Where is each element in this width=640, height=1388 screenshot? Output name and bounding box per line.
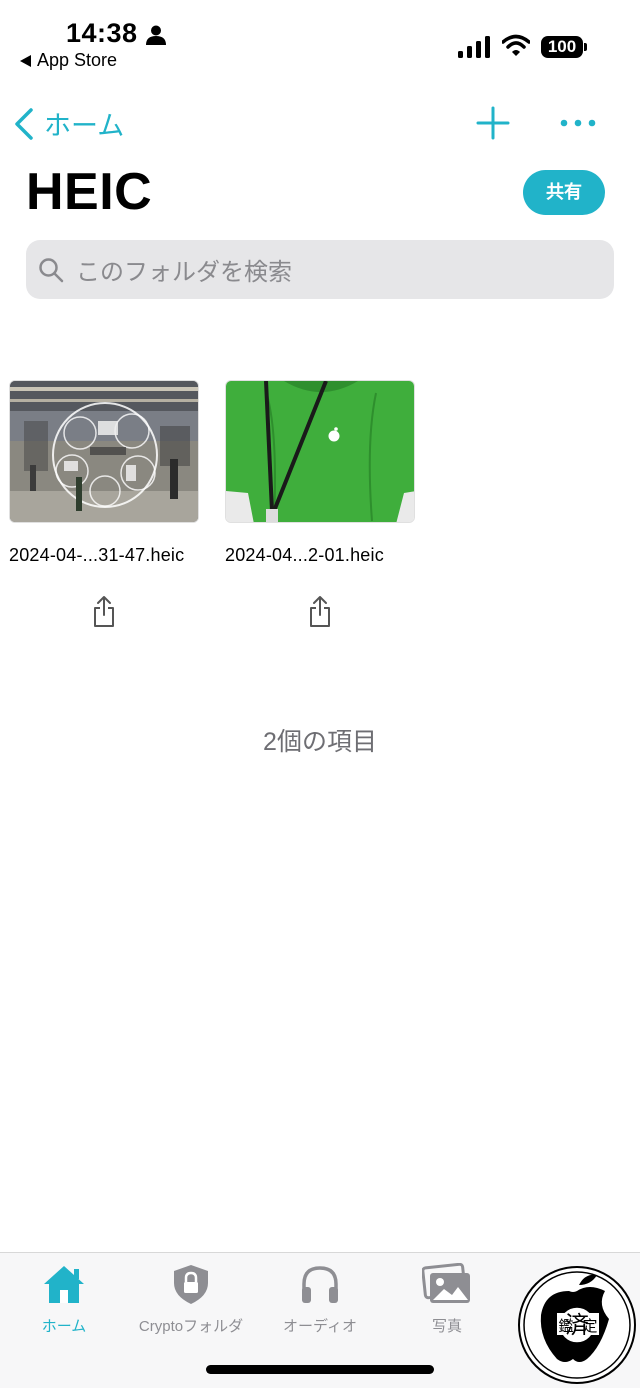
tab-crypto-folder[interactable]: Cryptoフォルダ xyxy=(121,1263,261,1336)
search-placeholder: このフォルダを検索 xyxy=(76,259,292,286)
status-bar: 14:38 App Store 100 xyxy=(0,0,640,80)
search-input[interactable]: このフォルダを検索 xyxy=(26,240,614,299)
share-icon[interactable] xyxy=(91,594,117,628)
file-name: 2024-04-...31-47.heic xyxy=(9,545,185,565)
file-item[interactable]: 2024-04...2-01.heic xyxy=(225,380,415,628)
plus-icon[interactable] xyxy=(476,106,510,140)
tab-home[interactable]: ホーム xyxy=(0,1263,134,1336)
nav-back-button[interactable]: ホーム xyxy=(14,104,124,143)
green-shirt-photo[interactable] xyxy=(225,380,415,523)
battery-icon: 100 xyxy=(541,36,587,58)
tab-label: ホーム xyxy=(41,1318,87,1335)
file-name: 2024-04...2-01.heic xyxy=(225,545,384,565)
back-triangle-icon xyxy=(20,54,31,67)
wifi-icon xyxy=(502,34,530,56)
person-icon xyxy=(146,25,166,45)
tab-label: 写真 xyxy=(431,1318,462,1335)
appraisal-seal-watermark: 鑑 済 定 xyxy=(518,1266,636,1384)
ellipsis-icon[interactable] xyxy=(560,116,596,130)
share-icon[interactable] xyxy=(307,594,333,628)
page-title: HEIC xyxy=(26,163,153,221)
share-button[interactable]: 共有 xyxy=(523,170,605,215)
tab-photos[interactable]: 写真 xyxy=(377,1262,517,1336)
headphones-icon xyxy=(302,1266,338,1303)
status-time: 14:38 xyxy=(66,18,138,48)
tab-audio[interactable]: オーディオ xyxy=(250,1263,390,1336)
signal-icon xyxy=(458,36,490,58)
battery-level: 100 xyxy=(541,36,583,58)
photos-icon xyxy=(421,1262,470,1303)
back-app-label: App Store xyxy=(37,50,118,70)
home-icon xyxy=(44,1266,84,1303)
file-item[interactable]: 2024-04-...31-47.heic xyxy=(9,380,199,628)
battery-cap xyxy=(584,43,587,51)
search-icon xyxy=(39,257,64,282)
apple-store-interior-photo[interactable] xyxy=(9,380,199,523)
svg-text:定: 定 xyxy=(582,1317,597,1335)
home-indicator[interactable] xyxy=(206,1365,434,1374)
shield-lock-icon xyxy=(174,1265,208,1304)
tab-label: Cryptoフォルダ xyxy=(138,1318,244,1335)
tab-label: オーディオ xyxy=(283,1318,357,1335)
nav-back-label: ホーム xyxy=(44,111,125,141)
item-count: 2個の項目 xyxy=(263,728,377,756)
back-to-app-store[interactable]: App Store xyxy=(20,50,117,71)
chevron-left-icon xyxy=(15,107,33,140)
